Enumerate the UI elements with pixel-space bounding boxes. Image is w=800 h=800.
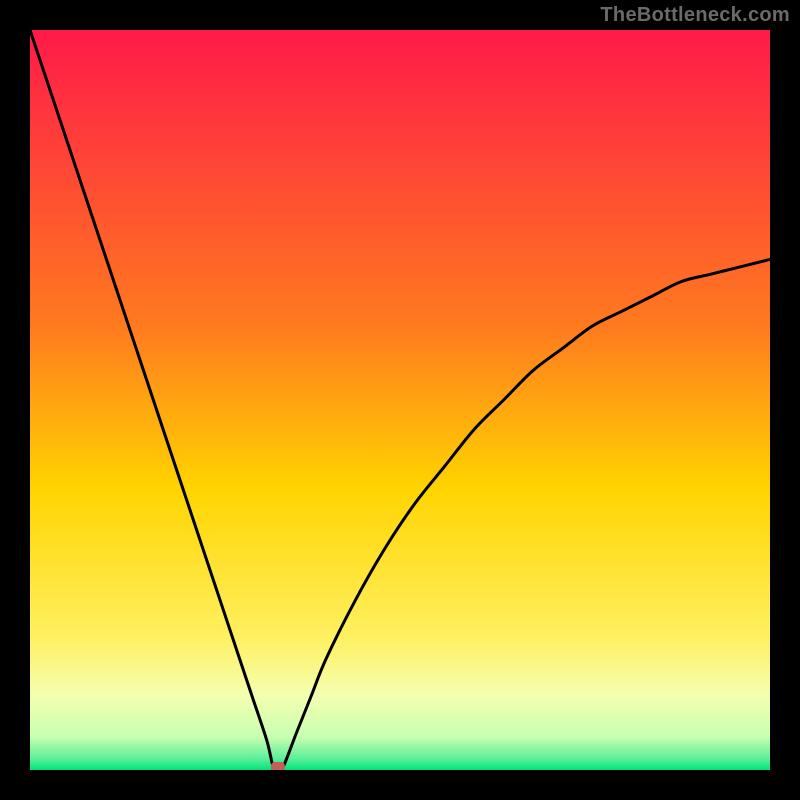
optimal-point-marker — [271, 762, 285, 770]
chart-frame: TheBottleneck.com — [0, 0, 800, 800]
watermark-text: TheBottleneck.com — [600, 4, 790, 27]
bottleneck-chart — [30, 30, 770, 770]
gradient-background — [30, 30, 770, 770]
